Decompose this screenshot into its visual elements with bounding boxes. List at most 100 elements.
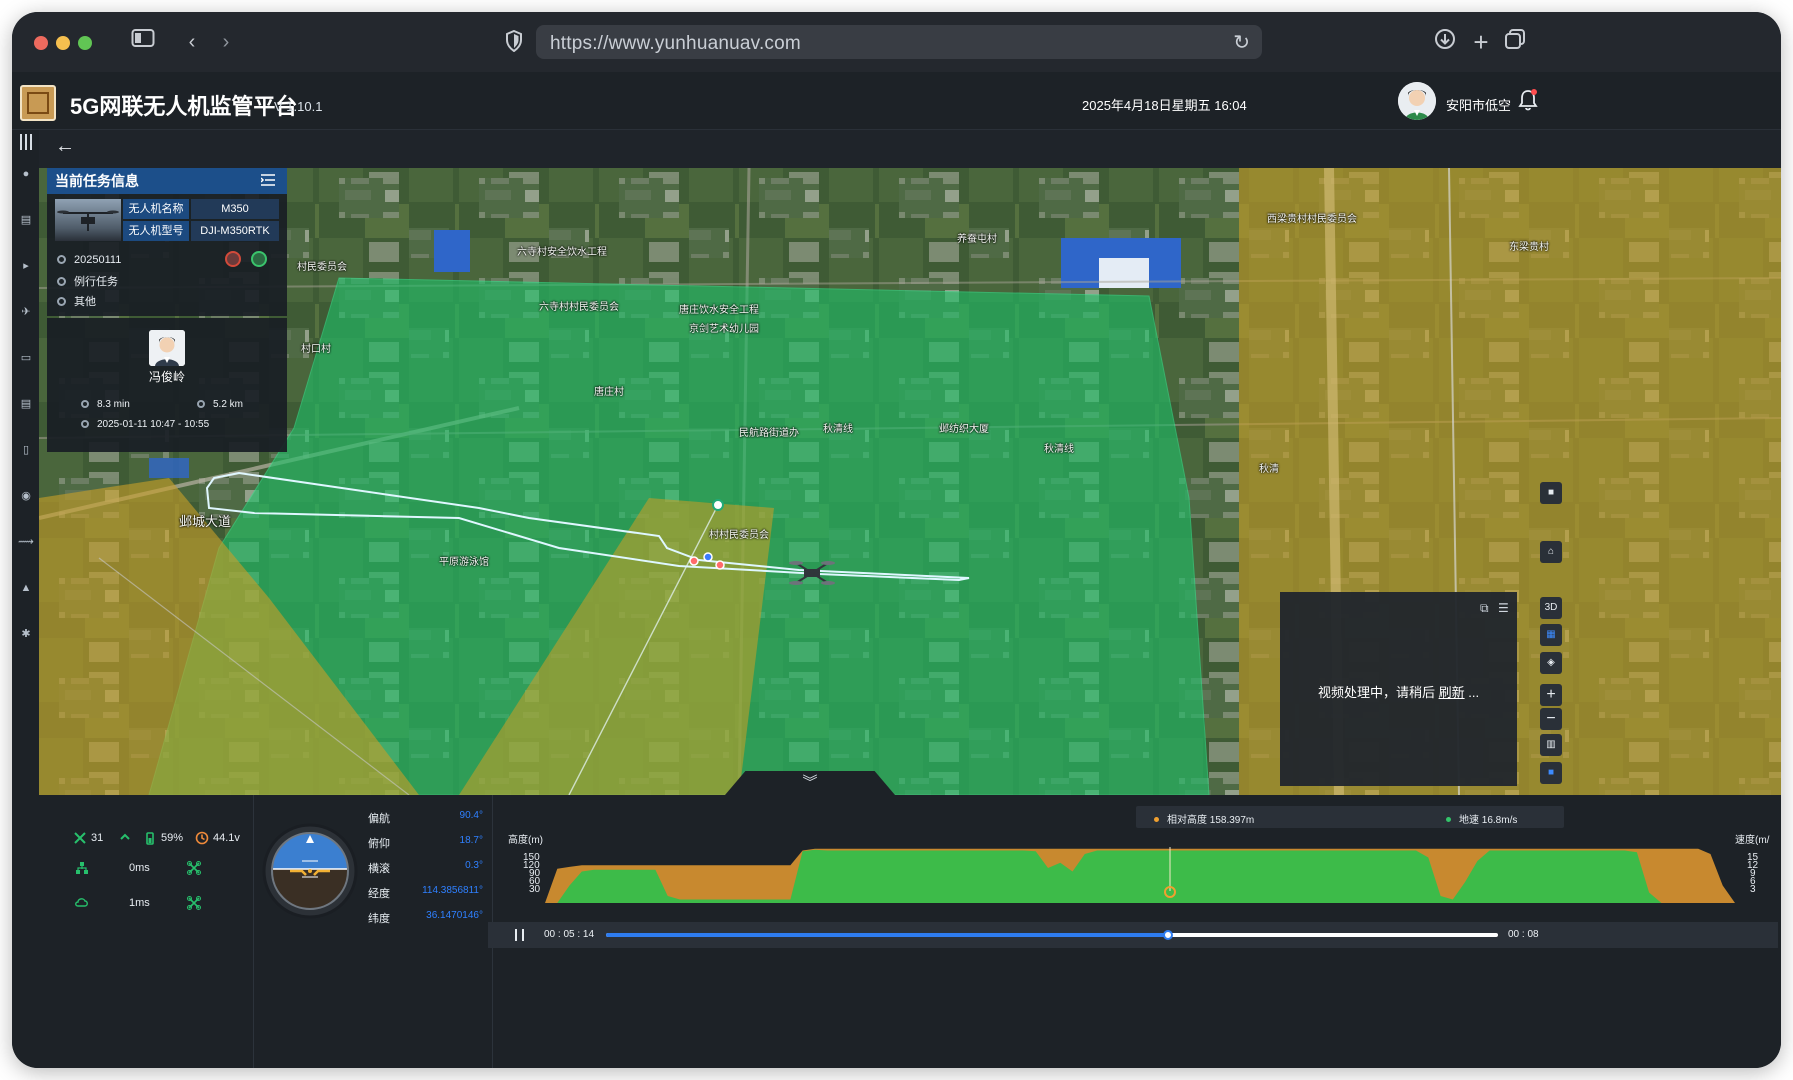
back-icon[interactable]: ‹ xyxy=(182,28,202,56)
address-bar[interactable]: https://www.yunhuanuav.com ↻ xyxy=(536,25,1262,59)
drone-link-icon-2 xyxy=(187,896,201,910)
video-settings-icon[interactable]: ⧉ xyxy=(1480,601,1494,615)
task-panel-header: 当前任务信息 xyxy=(47,168,287,194)
task-info-panel: 当前任务信息 无人机名称 M350 无人机型号 DJI-M350RTK 2025… xyxy=(47,168,287,316)
longitude-value: 114.3856811° xyxy=(422,885,483,896)
pitch-label: 俯仰 xyxy=(368,838,390,850)
longitude-label: 经度 xyxy=(368,888,390,900)
grid-icon[interactable]: ▦ xyxy=(1540,624,1562,646)
chart-legend: 相对高度 158.397m 地速 16.8m/s xyxy=(1136,806,1564,828)
nav-device-icon[interactable]: ▯ xyxy=(16,440,36,460)
nav-monitor-icon[interactable]: ▭ xyxy=(16,348,36,368)
y-axis-right-label: 速度(m/ xyxy=(1735,835,1770,846)
playback-track[interactable] xyxy=(606,930,1498,940)
satellite-icon xyxy=(74,832,86,844)
user-avatar[interactable] xyxy=(1398,82,1436,120)
nav-list-icon[interactable]: ▤ xyxy=(16,210,36,230)
reload-icon[interactable]: ↻ xyxy=(1233,30,1250,55)
layers-icon[interactable]: ◈ xyxy=(1540,652,1562,674)
drone-link-icon xyxy=(187,861,201,875)
download-icon[interactable] xyxy=(1433,28,1457,56)
app-header: 5G网联无人机监管平台 V 1.10.1 2025年4月18日星期五 16:04… xyxy=(12,72,1781,130)
drone-model-label: 无人机型号 xyxy=(123,221,189,241)
maximize-window-button[interactable] xyxy=(78,36,92,50)
satellite-count: 31 xyxy=(91,832,104,844)
flight-distance: 5.2 km xyxy=(197,398,243,412)
left-nav-rail: ● ▤ ▸ ✈ ▭ ▤ ▯ ◉ ⟿ ▲ ✱ xyxy=(12,130,39,1068)
nav-alarm-icon[interactable]: ▲ xyxy=(16,578,36,598)
nav-task-icon[interactable]: ▸ xyxy=(16,256,36,276)
url-text: https://www.yunhuanuav.com xyxy=(550,33,801,54)
zoom-out-icon[interactable]: − xyxy=(1540,708,1562,730)
refresh-link[interactable]: 刷新 xyxy=(1439,685,1465,700)
map-view[interactable]: 六寺村安全饮水工程 养蚕屯村 村民委员会 六寺村村民委员会 唐庄饮水安全工程 京… xyxy=(39,168,1781,795)
legend-dot xyxy=(1446,817,1451,822)
zoom-in-icon[interactable]: + xyxy=(1540,684,1562,706)
app-version: V 1.10.1 xyxy=(274,99,323,114)
task-category-row: 其他 xyxy=(57,294,96,310)
back-arrow-icon[interactable]: ← xyxy=(55,135,75,158)
nav-dashboard-icon[interactable]: ● xyxy=(16,164,36,184)
sidebar-toggle-icon[interactable] xyxy=(130,28,156,56)
nav-report-icon[interactable]: ▤ xyxy=(16,394,36,414)
collapse-panel-button[interactable]: ︾ xyxy=(725,771,895,795)
nav-flight-icon[interactable]: ⟿ xyxy=(16,532,36,552)
drone-name-value: M350 xyxy=(191,199,279,219)
latency-2: 1ms xyxy=(129,897,150,909)
drone-thumbnail xyxy=(55,199,121,241)
notification-bell-icon[interactable] xyxy=(1518,88,1538,112)
task-category: 其他 xyxy=(74,296,96,308)
nav-globe-icon[interactable]: ◉ xyxy=(16,486,36,506)
camera-icon[interactable]: ■ xyxy=(1540,482,1562,504)
user-name[interactable]: 安阳市低空 xyxy=(1446,95,1511,114)
send-icon[interactable] xyxy=(251,251,267,267)
time-icon xyxy=(81,420,89,428)
legend-dot xyxy=(1154,817,1159,822)
forward-icon[interactable]: › xyxy=(216,28,236,56)
playback-bar: 00 : 05 : 14 00 : 08 xyxy=(488,922,1778,948)
view-3d-button[interactable]: 3D xyxy=(1540,597,1562,619)
collapse-menu-icon[interactable] xyxy=(261,174,275,186)
playback-thumb[interactable] xyxy=(1162,930,1173,940)
basemap-icon[interactable]: ■ xyxy=(1540,762,1562,784)
map-label: 民航路街道办 xyxy=(739,428,799,439)
calendar-icon xyxy=(57,255,66,264)
nav-drone-icon[interactable]: ✈ xyxy=(16,302,36,322)
legend-altitude: 相对高度 158.397m xyxy=(1154,811,1254,826)
y-axis-left-label: 高度(m) xyxy=(508,835,543,846)
minimize-window-button[interactable] xyxy=(56,36,70,50)
latency-1: 0ms xyxy=(129,862,150,874)
link-status-section: 31 59% 44.1v 0ms 1ms xyxy=(39,795,253,1068)
pilot-name: 冯俊岭 xyxy=(148,370,185,384)
distance-icon xyxy=(197,400,205,408)
left-tick: 30 xyxy=(529,884,541,895)
video-menu-icon[interactable]: ☰ xyxy=(1498,601,1512,615)
stop-record-icon[interactable] xyxy=(225,251,241,267)
network-icon xyxy=(76,862,88,874)
chart-plot-area xyxy=(545,848,1735,903)
battery-icon xyxy=(146,832,154,845)
chart-cursor[interactable] xyxy=(1163,847,1177,903)
app-logo xyxy=(20,85,56,121)
map-label: 秋清线 xyxy=(1044,444,1074,455)
browser-window: ‹ › https://www.yunhuanuav.com ↻ + 5G网联无… xyxy=(12,12,1781,1068)
playback-current-time: 00 : 05 : 14 xyxy=(544,929,595,940)
app-title: 5G网联无人机监管平台 xyxy=(70,94,298,119)
right-tick: 3 xyxy=(1750,884,1756,895)
map-label: 西梁贵村村民委员会 xyxy=(1267,214,1357,225)
new-tab-icon[interactable]: + xyxy=(1469,28,1493,56)
task-type-row: 例行任务 xyxy=(57,274,118,290)
nav-settings-icon[interactable]: ✱ xyxy=(16,624,36,644)
home-icon[interactable]: ⌂ xyxy=(1540,541,1562,563)
nav-menu-icon[interactable] xyxy=(16,134,36,154)
map-label: 养蚕屯村 xyxy=(957,234,997,245)
tabs-overview-icon[interactable] xyxy=(1503,28,1527,56)
video-panel: ⧉ ☰ 视频处理中，请稍后 刷新 ... xyxy=(1280,592,1517,786)
map-label: 村口村 xyxy=(301,344,331,355)
map-icon[interactable]: ▥ xyxy=(1540,734,1562,756)
pause-icon[interactable] xyxy=(515,929,524,941)
map-label: 秋清线 xyxy=(823,424,853,435)
playback-progress xyxy=(606,933,1168,937)
close-window-button[interactable] xyxy=(34,36,48,50)
legend-speed: 地速 16.8m/s xyxy=(1446,811,1517,826)
